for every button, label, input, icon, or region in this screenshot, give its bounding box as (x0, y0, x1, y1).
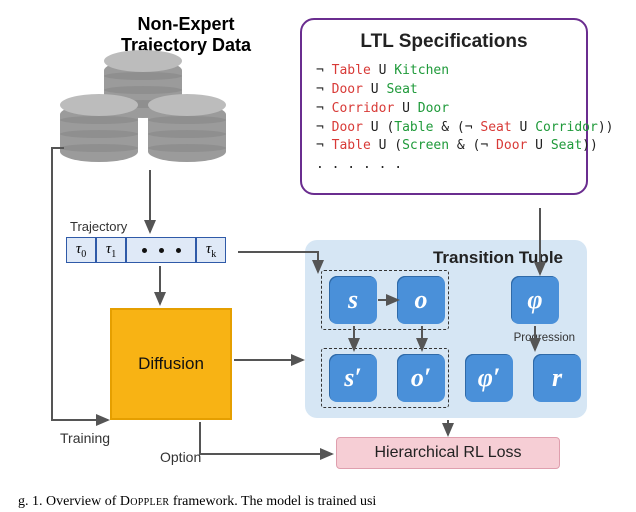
trajectory-label: Trajectory (70, 219, 127, 234)
database-cylinders-icon (60, 60, 230, 160)
progression-label: Progression (514, 332, 575, 344)
database-cylinder-icon (148, 104, 226, 162)
rl-loss-label: Hierarchical RL Loss (374, 444, 521, 462)
transition-tuple-title: Transition Tuple (433, 248, 563, 268)
option-label: Option (160, 449, 201, 465)
nonexpert-line1: Non-Expert (137, 14, 234, 34)
node-phi-prime: φ′ (465, 354, 513, 402)
diffusion-label: Diffusion (138, 354, 204, 374)
diffusion-box: Diffusion (110, 308, 232, 420)
ltl-specifications-box: LTL Specifications ¬ Table U Kitchen¬ Do… (300, 18, 588, 195)
node-phi: φ (511, 276, 559, 324)
trajectory-item: τ0 (66, 237, 96, 263)
trajectory-strip: τ0 τ1 τk (66, 237, 226, 263)
caption-prefix: g. 1. Overview of (18, 494, 120, 509)
node-r: r (533, 354, 581, 402)
node-o: o (397, 276, 445, 324)
ltl-spec-line: ¬ Table U (Screen & (¬ Door U Seat)) (316, 137, 572, 156)
caption-suffix: framework. The model is trained usi (169, 494, 376, 509)
transition-tuple-box: Transition Tuple s o φ s′ o′ φ′ r Progre… (305, 240, 587, 418)
ltl-spec-line: ¬ Table U Kitchen (316, 62, 572, 81)
trajectory-ellipsis (126, 237, 196, 263)
figure-caption: g. 1. Overview of Doppler framework. The… (0, 494, 636, 510)
ltl-spec-line: ¬ Door U Seat (316, 81, 572, 100)
node-s: s (329, 276, 377, 324)
trajectory-item: τ1 (96, 237, 126, 263)
ltl-title: LTL Specifications (302, 28, 586, 56)
ltl-spec-line: . . . . . . (316, 156, 572, 175)
node-o-prime: o′ (397, 354, 445, 402)
caption-model-name: Doppler (120, 494, 169, 509)
training-label: Training (60, 430, 110, 446)
ltl-spec-list: ¬ Table U Kitchen¬ Door U Seat¬ Corridor… (316, 62, 572, 175)
ltl-spec-line: ¬ Corridor U Door (316, 100, 572, 119)
nonexpert-data-label: Non-Expert Trajectory Data (96, 14, 276, 55)
hierarchical-rl-loss-box: Hierarchical RL Loss (336, 437, 560, 469)
trajectory-item: τk (196, 237, 226, 263)
database-cylinder-icon (60, 104, 138, 162)
node-s-prime: s′ (329, 354, 377, 402)
ltl-spec-line: ¬ Door U (Table & (¬ Seat U Corridor)) (316, 119, 572, 138)
